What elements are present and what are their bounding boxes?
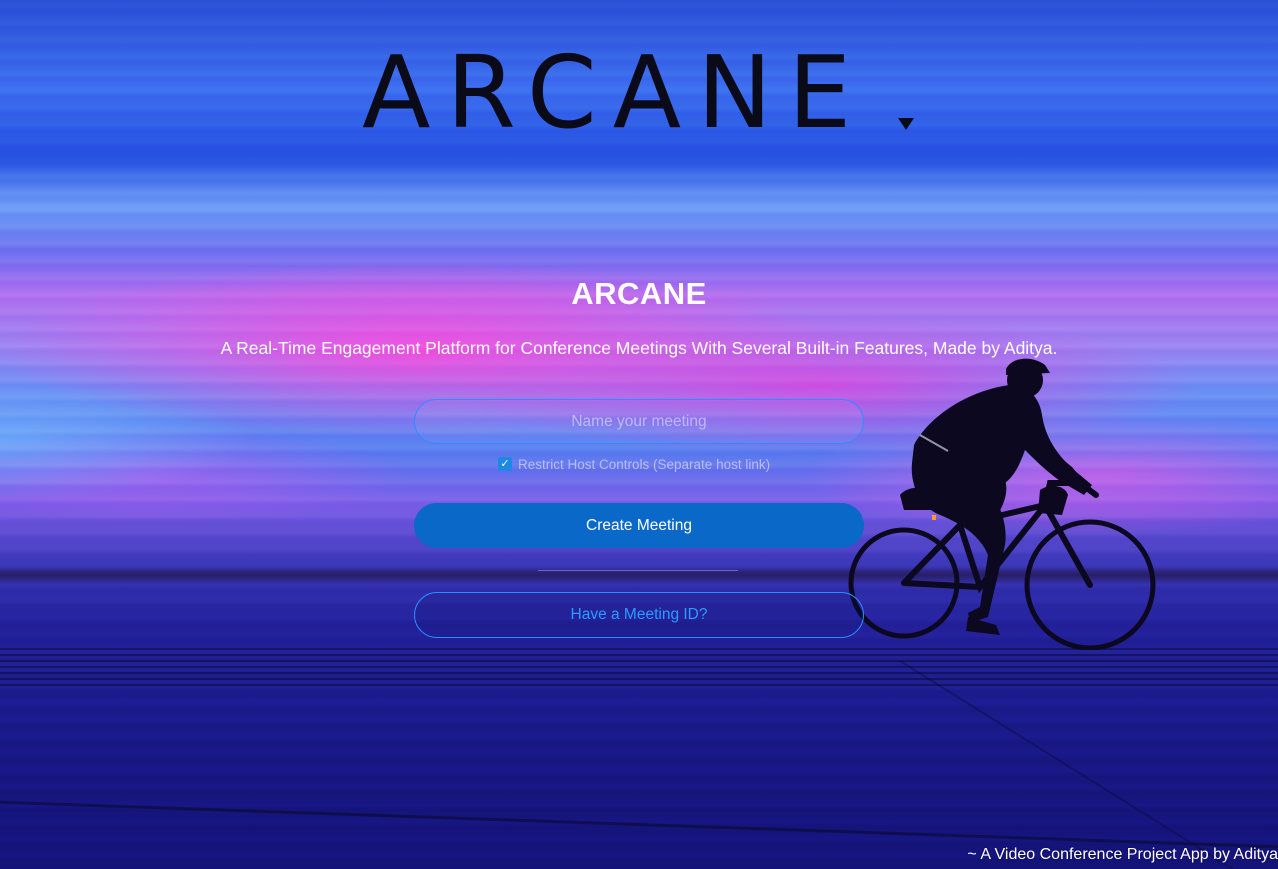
restrict-host-controls-option[interactable]: ✓ Restrict Host Controls (Separate host … (498, 454, 770, 474)
restrict-host-controls-label: Restrict Host Controls (Separate host li… (518, 456, 771, 472)
divider (538, 570, 738, 571)
have-meeting-id-button[interactable]: Have a Meeting ID? (414, 592, 864, 638)
create-meeting-button[interactable]: Create Meeting (414, 503, 864, 548)
page-title: ARCANE (571, 276, 707, 311)
logo-wordmark: ARCANE (362, 34, 868, 151)
app-root: ARCANE ARCANE A Real-Time Engagement Pla… (0, 0, 1278, 869)
meeting-name-input[interactable] (414, 399, 864, 444)
triangle-icon (898, 118, 914, 130)
background-ground-rail (0, 648, 1278, 690)
footer-credit: ~ A Video Conference Project App by Adit… (967, 846, 1278, 863)
page-tagline: A Real-Time Engagement Platform for Conf… (220, 338, 1058, 358)
brand-logo: ARCANE (362, 38, 922, 148)
cyclist-silhouette (848, 358, 1156, 650)
restrict-host-controls-checkbox[interactable]: ✓ (498, 457, 512, 471)
check-icon: ✓ (500, 458, 510, 470)
